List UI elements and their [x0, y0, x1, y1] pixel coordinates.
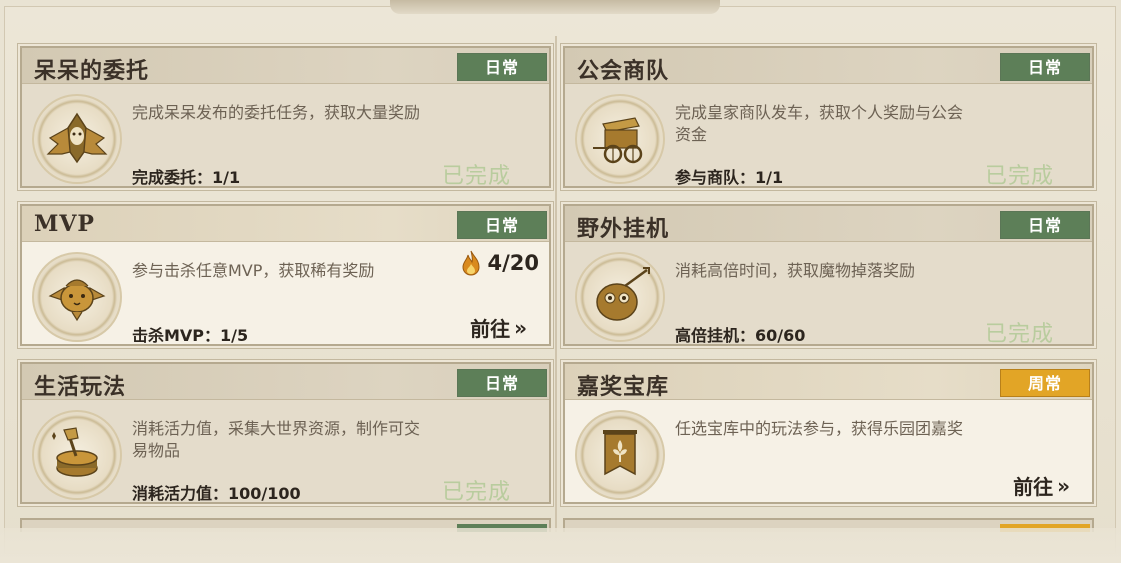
card-description: 完成皇家商队发车，获取个人奖励与公会资金	[675, 103, 964, 144]
bottom-fade	[0, 528, 1121, 563]
task-card-commission[interactable]: 呆呆的委托 日常 完成呆呆发布的委托任务，获取大量奖励 完成委托：1/1 已完成	[20, 46, 551, 189]
weekly-badge: 周常	[1000, 369, 1090, 397]
card-title: MVP	[34, 211, 95, 237]
task-card-lifestyle[interactable]: 生活玩法 日常 消耗活力值，采集大世界资源，制作可交易物品 消耗活力值：100/…	[20, 362, 551, 505]
daily-badge: 日常	[457, 53, 547, 81]
card-title: 嘉奖宝库	[577, 374, 670, 400]
card-header: 野外挂机 日常	[565, 206, 1092, 242]
column-divider	[555, 36, 557, 532]
axe-stump-icon	[32, 410, 122, 500]
card-description: 参与击杀任意MVP，获取稀有奖励	[132, 261, 375, 280]
completed-status: 已完成	[441, 480, 511, 505]
completed-status: 已完成	[984, 322, 1054, 347]
go-button[interactable]: 前往 »	[470, 313, 527, 342]
banner-fleur-icon	[575, 410, 665, 500]
reward-count: 4/20	[487, 251, 539, 275]
card-header: 生活玩法 日常	[22, 364, 549, 400]
daily-badge: 日常	[1000, 211, 1090, 239]
task-card-idle[interactable]: 野外挂机 日常 消耗高倍时间，获取魔物掉落奖励 高倍挂机：60/60 已完成	[563, 204, 1094, 347]
card-description: 消耗高倍时间，获取魔物掉落奖励	[675, 261, 916, 280]
card-progress: 参与商队：1/1	[675, 168, 784, 187]
monster-drop-icon	[575, 252, 665, 342]
panel-title-strip	[390, 0, 720, 14]
daily-badge: 日常	[457, 369, 547, 397]
card-description: 完成呆呆发布的委托任务，获取大量奖励	[132, 103, 421, 122]
daily-badge: 日常	[457, 211, 547, 239]
go-label: 前往	[470, 317, 511, 341]
caravan-wagon-icon	[575, 94, 665, 184]
go-label: 前往	[1013, 475, 1054, 499]
task-grid: 呆呆的委托 日常 完成呆呆发布的委托任务，获取大量奖励 完成委托：1/1 已完成…	[14, 36, 1100, 532]
card-title: 公会商队	[577, 58, 670, 84]
mvp-bird-icon	[32, 252, 122, 342]
card-title: 生活玩法	[34, 374, 127, 400]
task-card-mvp[interactable]: MVP 日常 参与击杀任意MVP，获取稀有奖励 击杀MVP：1/5 4/20 前…	[20, 204, 551, 346]
card-progress: 完成委托：1/1	[132, 168, 241, 187]
card-header: 呆呆的委托 日常	[22, 48, 549, 84]
vitality-reward: 4/20	[461, 250, 539, 276]
double-chevron-right-icon: »	[514, 315, 527, 340]
completed-status: 已完成	[984, 164, 1054, 189]
task-card-vault[interactable]: 嘉奖宝库 周常 任选宝库中的玩法参与，获得乐园团嘉奖 前往 »	[563, 362, 1094, 504]
go-button[interactable]: 前往 »	[1013, 471, 1070, 500]
card-description: 消耗活力值，采集大世界资源，制作可交易物品	[132, 419, 421, 460]
card-title: 野外挂机	[577, 216, 670, 242]
card-progress: 高倍挂机：60/60	[675, 326, 806, 345]
flame-icon	[462, 250, 480, 276]
double-chevron-right-icon: »	[1057, 473, 1070, 498]
card-description: 任选宝库中的玩法参与，获得乐园团嘉奖	[675, 419, 964, 438]
daily-badge: 日常	[1000, 53, 1090, 81]
card-title: 呆呆的委托	[34, 58, 150, 84]
card-header: 公会商队 日常	[565, 48, 1092, 84]
completed-status: 已完成	[441, 164, 511, 189]
card-progress: 消耗活力值：100/100	[132, 484, 301, 503]
winged-mask-icon	[32, 94, 122, 184]
card-progress: 击杀MVP：1/5	[132, 326, 249, 345]
card-header: 嘉奖宝库 周常	[565, 364, 1092, 400]
task-card-caravan[interactable]: 公会商队 日常 完成皇家商队发车，获取个人奖励与公会资金 参与商队：1/1 已完…	[563, 46, 1094, 189]
card-header: MVP 日常	[22, 206, 549, 242]
